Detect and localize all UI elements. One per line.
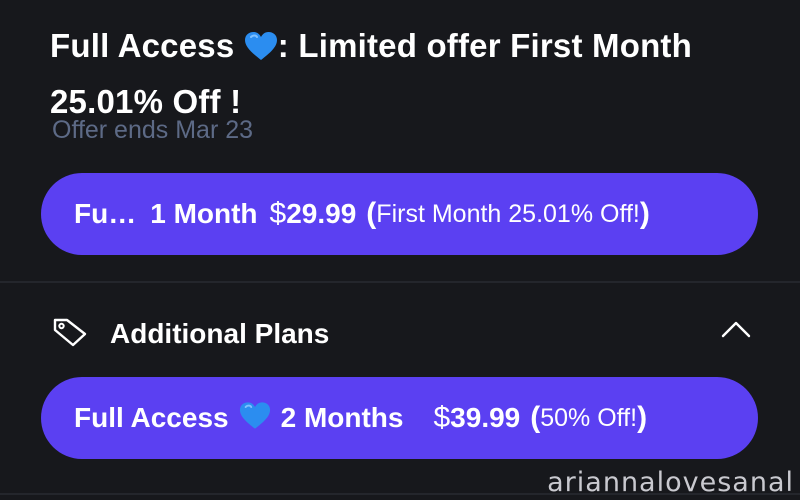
plan-option-button[interactable]: Full Access 2 Months $ 39.99 ( 50% Off! … bbox=[41, 377, 758, 459]
currency-symbol: $ bbox=[269, 197, 287, 230]
plan-duration: 2 Months bbox=[280, 402, 404, 433]
blue-heart-icon bbox=[244, 24, 278, 76]
offer-title: Full Access : Limited offer First Month … bbox=[50, 20, 770, 128]
plan-discount-note: 50% Off! bbox=[540, 403, 638, 432]
paren-open: ( bbox=[530, 401, 541, 434]
additional-plans-label: Additional Plans bbox=[110, 318, 330, 349]
chevron-up-icon[interactable] bbox=[721, 318, 751, 345]
section-divider bbox=[0, 281, 800, 283]
primary-plan-button[interactable]: Fu… 1 Month $ 29.99 ( First Month 25.01%… bbox=[41, 173, 758, 255]
paren-close: ) bbox=[639, 197, 650, 230]
plan-price: 39.99 bbox=[450, 402, 521, 433]
offer-title-name: Full Access bbox=[50, 27, 235, 64]
subscription-page: Full Access : Limited offer First Month … bbox=[0, 0, 800, 500]
blue-heart-icon bbox=[239, 401, 271, 435]
watermark: ariannalovesanal bbox=[547, 467, 794, 498]
paren-close: ) bbox=[637, 401, 648, 434]
additional-plans-header[interactable]: Additional Plans bbox=[52, 312, 757, 356]
plan-price: 29.99 bbox=[286, 198, 357, 229]
plan-name: Fu… bbox=[74, 198, 137, 229]
plan-duration: 1 Month bbox=[150, 198, 258, 229]
plan-discount-note: First Month 25.01% Off! bbox=[376, 199, 640, 228]
offer-expiry: Offer ends Mar 23 bbox=[52, 116, 254, 144]
currency-symbol: $ bbox=[433, 401, 451, 434]
paren-open: ( bbox=[366, 197, 377, 230]
tag-icon bbox=[52, 317, 88, 352]
plan-name: Full Access bbox=[74, 402, 229, 433]
